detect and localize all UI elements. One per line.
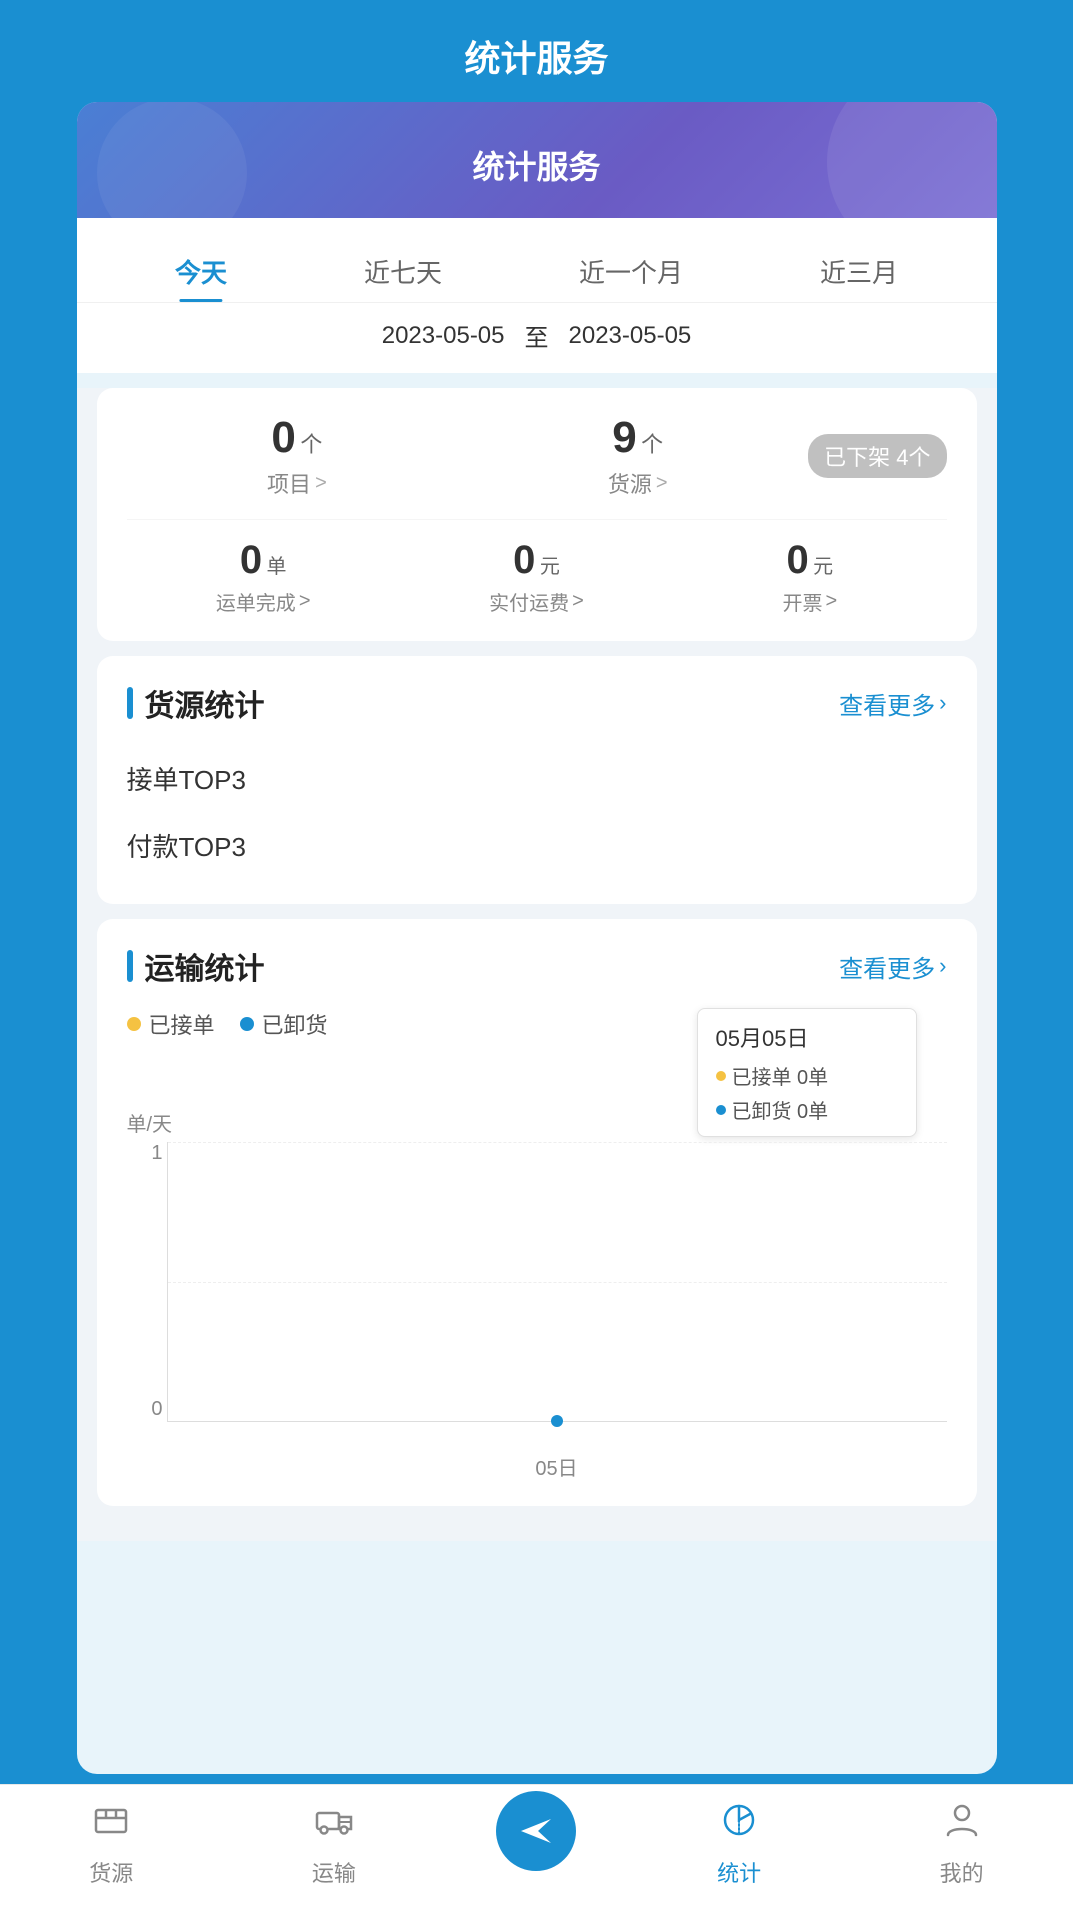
top-bar: 统计服务 <box>0 0 1073 102</box>
stats-top-row: 0 个 项目 > 9 个 货源 > <box>127 413 947 499</box>
legend-accepted-dot <box>127 1017 141 1031</box>
cargo-stat: 9 个 货源 > <box>467 413 808 499</box>
orders-unit: 单 <box>267 556 287 578</box>
cargo-value: 9 <box>612 413 636 462</box>
cargo-unit: 个 <box>641 432 663 457</box>
x-label: 05日 <box>535 1452 577 1481</box>
transport-chevron-icon: › <box>939 953 946 979</box>
nav-transport-label: 运输 <box>312 1856 356 1888</box>
transport-accent <box>127 950 133 982</box>
person-icon <box>942 1800 982 1850</box>
nav-cargo-label: 货源 <box>89 1856 133 1888</box>
orders-arrow: > <box>299 590 311 613</box>
cargo-title-wrap: 货源统计 <box>127 681 265 725</box>
banner-title: 统计服务 <box>97 142 977 188</box>
cargo-section-title: 货源统计 <box>145 681 265 725</box>
cargo-stats-card: 货源统计 查看更多 › 接单TOP3 付款TOP3 <box>97 656 977 904</box>
cargo-label[interactable]: 货源 > <box>467 467 808 499</box>
transport-view-more[interactable]: 查看更多 › <box>839 949 946 984</box>
date-tabs: 今天 近七天 近一个月 近三月 <box>77 218 997 303</box>
nav-transport[interactable]: 运输 <box>274 1800 394 1888</box>
cargo-view-more[interactable]: 查看更多 › <box>839 686 946 721</box>
tooltip-accepted-dot <box>716 1071 726 1081</box>
nav-mine-label: 我的 <box>940 1856 984 1888</box>
box-icon <box>91 1800 131 1850</box>
nav-stats-label: 统计 <box>717 1856 761 1888</box>
cargo-arrow: > <box>656 472 668 495</box>
y-tick-0: 0 <box>128 1398 163 1421</box>
tab-1month[interactable]: 近一个月 <box>569 238 693 302</box>
freight-label[interactable]: 实付运费 > <box>400 587 673 616</box>
chart-icon <box>719 1800 759 1850</box>
transport-stats-card: 运输统计 查看更多 › 已接单 已卸货 <box>97 919 977 1506</box>
tooltip-date: 05月05日 <box>716 1021 898 1053</box>
destock-badge[interactable]: 已下架 4个 <box>808 434 946 478</box>
projects-value: 0 <box>271 413 295 462</box>
chart-grid-mid <box>168 1282 947 1283</box>
cargo-chevron-icon: › <box>939 690 946 716</box>
legend-accepted: 已接单 <box>127 1008 215 1040</box>
nav-mine[interactable]: 我的 <box>902 1800 1022 1888</box>
main-container: 统计服务 今天 近七天 近一个月 近三月 2023-05-05 至 2023-0… <box>77 102 997 1774</box>
tab-7days[interactable]: 近七天 <box>354 238 452 302</box>
bottom-nav: 货源 运输 <box>0 1784 1073 1913</box>
date-to: 2023-05-05 <box>569 322 692 350</box>
cargo-top3-orders: 接单TOP3 <box>127 745 947 812</box>
chart-x-labels: 05日 <box>167 1452 947 1481</box>
orders-label[interactable]: 运单完成 > <box>127 587 400 616</box>
chart-wrapper: 单/天 1 0 05日 <box>127 1108 947 1481</box>
invoice-unit: 元 <box>813 556 833 578</box>
tab-today[interactable]: 今天 <box>165 238 237 302</box>
nav-center[interactable] <box>496 1811 576 1877</box>
freight-unit: 元 <box>540 556 560 578</box>
freight-arrow: > <box>572 590 584 613</box>
freight-value: 0 <box>513 538 535 582</box>
date-from: 2023-05-05 <box>382 322 505 350</box>
legend-unloaded-dot <box>240 1017 254 1031</box>
truck-icon <box>314 1800 354 1850</box>
nav-cargo[interactable]: 货源 <box>51 1800 171 1888</box>
header-banner: 统计服务 <box>77 102 997 218</box>
content-area: 0 个 项目 > 9 个 货源 > <box>77 388 997 1541</box>
chart-grid-top <box>168 1142 947 1143</box>
send-circle[interactable] <box>496 1791 576 1871</box>
orders-value: 0 <box>240 538 262 582</box>
summary-stats-card: 0 个 项目 > 9 个 货源 > <box>97 388 977 641</box>
projects-unit: 个 <box>300 432 322 457</box>
page-title: 统计服务 <box>0 30 1073 82</box>
chart-data-dot <box>551 1415 563 1427</box>
chart-area: 1 0 <box>167 1142 947 1422</box>
chart-legend: 已接单 已卸货 <box>127 1008 328 1040</box>
transport-section-header: 运输统计 查看更多 › <box>127 944 947 988</box>
tooltip-row-accepted: 已接单 0单 <box>716 1061 898 1090</box>
orders-stat: 0 单 运单完成 > <box>127 538 400 616</box>
invoice-stat: 0 元 开票 > <box>673 538 946 616</box>
legend-unloaded: 已卸货 <box>240 1008 328 1040</box>
projects-stat: 0 个 项目 > <box>127 413 468 499</box>
projects-arrow: > <box>315 472 327 495</box>
transport-section-title: 运输统计 <box>145 944 265 988</box>
y-tick-1: 1 <box>128 1142 163 1165</box>
invoice-arrow: > <box>825 590 837 613</box>
projects-label[interactable]: 项目 > <box>127 467 468 499</box>
transport-title-wrap: 运输统计 <box>127 944 265 988</box>
send-icon <box>516 1811 556 1851</box>
stats-bottom-row: 0 单 运单完成 > 0 元 实付运费 > <box>127 519 947 616</box>
freight-stat: 0 元 实付运费 > <box>400 538 673 616</box>
invoice-label[interactable]: 开票 > <box>673 587 946 616</box>
date-separator: 至 <box>525 318 549 353</box>
date-range: 2023-05-05 至 2023-05-05 <box>77 303 997 373</box>
cargo-section-header: 货源统计 查看更多 › <box>127 681 947 725</box>
tab-3months[interactable]: 近三月 <box>810 238 908 302</box>
chart-y-label: 单/天 <box>127 1108 947 1137</box>
cargo-accent <box>127 687 133 719</box>
cargo-top3-payment: 付款TOP3 <box>127 812 947 879</box>
nav-stats[interactable]: 统计 <box>679 1800 799 1888</box>
invoice-value: 0 <box>786 538 808 582</box>
chart-y-axis: 1 0 <box>128 1142 163 1421</box>
